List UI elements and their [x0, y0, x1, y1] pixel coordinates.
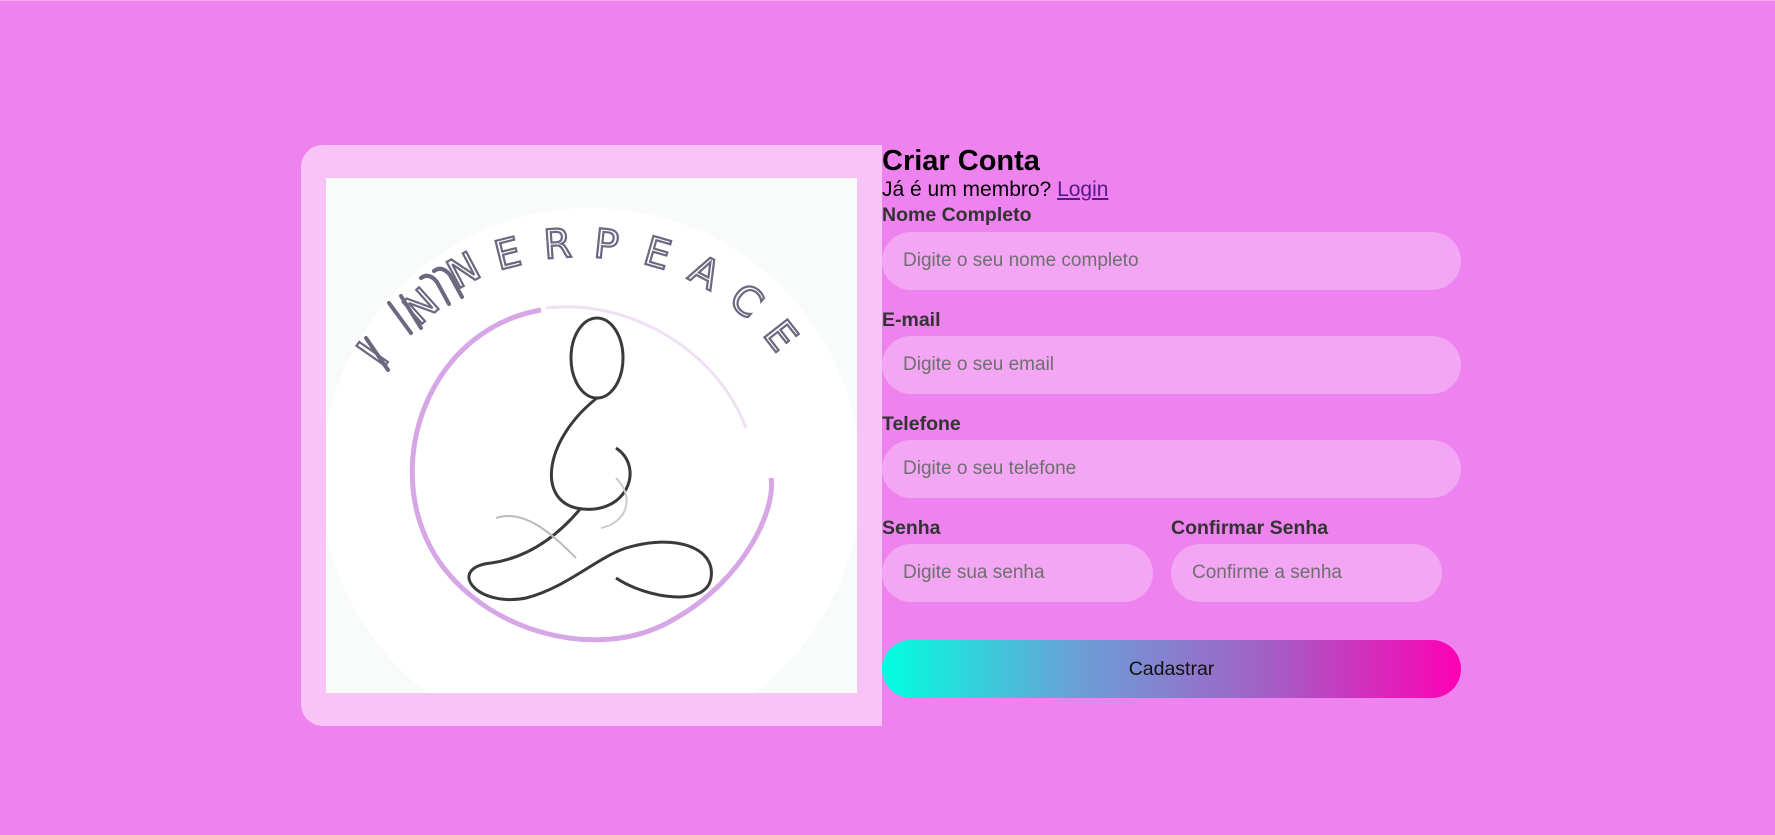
password-row: Senha Confirmar Senha — [882, 517, 1462, 602]
page-title: Criar Conta — [882, 145, 1040, 177]
confirm-password-label: Confirmar Senha — [1171, 517, 1329, 539]
phone-label: Telefone — [882, 413, 961, 435]
member-prompt: Já é um membro? Login — [882, 178, 1462, 202]
signup-form: Criar Conta Já é um membro? Login Nome C… — [882, 145, 1462, 698]
name-label: Nome Completo — [882, 204, 1032, 226]
phone-input[interactable] — [882, 440, 1461, 498]
confirm-password-group: Confirmar Senha — [1171, 517, 1442, 602]
submit-button[interactable]: Cadastrar — [882, 640, 1461, 698]
logo-image: I N N E R P E A C E — [326, 178, 857, 693]
name-input[interactable] — [882, 232, 1461, 290]
login-link[interactable]: Login — [1057, 178, 1108, 201]
top-border — [0, 0, 1775, 1]
email-label: E-mail — [882, 309, 941, 331]
email-input[interactable] — [882, 336, 1461, 394]
svg-text:R: R — [542, 221, 573, 269]
password-input[interactable] — [882, 544, 1153, 602]
svg-text:P: P — [592, 221, 621, 269]
innerpeace-logo-icon: I N N E R P E A C E — [326, 208, 857, 693]
email-group: E-mail — [882, 309, 1462, 394]
password-group: Senha — [882, 517, 1153, 602]
member-prompt-text: Já é um membro? — [882, 178, 1052, 201]
image-panel: I N N E R P E A C E — [301, 145, 882, 726]
name-group: Nome Completo — [882, 204, 1462, 290]
confirm-password-input[interactable] — [1171, 544, 1442, 602]
password-label: Senha — [882, 517, 941, 539]
phone-group: Telefone — [882, 413, 1462, 498]
